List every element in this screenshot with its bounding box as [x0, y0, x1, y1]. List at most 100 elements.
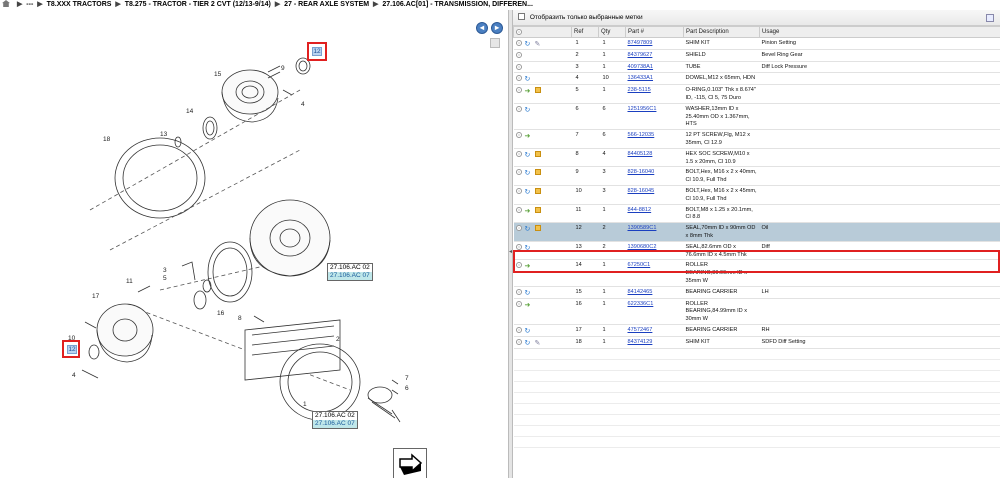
row-icons[interactable] [513, 61, 572, 74]
row-select-radio-icon[interactable] [515, 51, 522, 58]
part-number-link[interactable]: 84405128 [628, 151, 653, 157]
row-icons[interactable]: ↻ [513, 148, 572, 168]
cart-icon[interactable]: ➜ [525, 302, 532, 309]
row-select-radio-icon[interactable] [515, 105, 522, 112]
row-select-radio-icon[interactable] [515, 87, 522, 94]
tool-icon[interactable]: ✎ [535, 41, 542, 48]
zoom-arrow-button[interactable] [393, 448, 427, 478]
row-select-radio-icon[interactable] [515, 225, 522, 232]
row-select-radio-icon[interactable] [515, 288, 522, 295]
row-icons[interactable]: ↻ [513, 166, 572, 186]
row-icons[interactable]: ↻ [513, 72, 572, 86]
cell-part-number[interactable]: 84142465 [625, 286, 684, 299]
column-header-part[interactable]: Part # [625, 26, 684, 38]
panel-menu-icon[interactable] [986, 14, 994, 22]
table-row[interactable]: ↻ 4 10 136433A1 DOWEL,M12 x 65mm, HDN [513, 72, 1000, 86]
part-number-link[interactable]: 409738A1 [628, 64, 654, 70]
row-icons[interactable]: ↻ [513, 103, 572, 131]
row-select-radio-icon[interactable] [515, 75, 522, 82]
cart-icon[interactable]: ➜ [525, 133, 532, 140]
breadcrumb-item-series[interactable]: T8.XXX TRACTORS [47, 1, 112, 8]
cell-part-number[interactable]: 67250C1 [625, 259, 684, 287]
cell-part-number[interactable]: 87497809 [625, 37, 684, 50]
table-row[interactable]: ↻ 9 3 828-16040 BOLT,Hex, M16 x 2 x 40mm, Cl… [513, 166, 1000, 186]
diagram-ref-label-11[interactable]: 11 [126, 278, 133, 285]
table-row[interactable]: ↻ 10 3 828-16045 BOLT,Hex, M16 x 2 x 45mm, C… [513, 185, 1000, 205]
part-number-link[interactable]: 1390680C2 [628, 244, 657, 250]
row-icons[interactable]: ➜ [513, 204, 572, 224]
tool-icon[interactable]: ✎ [535, 340, 542, 347]
diagram-ref-label-5[interactable]: 5 [163, 275, 167, 282]
diagram-ref-label-17[interactable]: 17 [92, 293, 100, 300]
part-number-link[interactable]: 1251956C1 [628, 106, 657, 112]
table-row[interactable]: ➜ 7 6 566-12035 12 PT SCREW,Flg, M12 x 35mm,… [513, 129, 1000, 149]
row-icons[interactable]: ➜ [513, 129, 572, 149]
replace-icon[interactable]: ↻ [525, 245, 532, 252]
replace-icon[interactable]: ↻ [525, 152, 532, 159]
row-icons[interactable]: ➜ [513, 84, 572, 104]
part-number-link[interactable]: 84142465 [628, 289, 653, 295]
diagram-ref-label-3[interactable]: 3 [163, 267, 167, 274]
cell-part-number[interactable]: 84405128 [625, 148, 684, 168]
replace-icon[interactable]: ↻ [525, 290, 532, 297]
row-icons[interactable]: ↻ [513, 241, 572, 261]
cell-part-number[interactable]: 1390589C1 [625, 222, 684, 242]
row-select-radio-icon[interactable] [515, 150, 522, 157]
cell-part-number[interactable]: 1390680C2 [625, 241, 684, 261]
table-row[interactable]: ↻ ✎ 1 1 87497809 SHIM KIT Pinion Setting [513, 37, 1000, 50]
cell-part-number[interactable]: 566-12035 [625, 129, 684, 149]
part-number-link[interactable]: 828-16040 [628, 169, 655, 175]
diagram-ref-label-6[interactable]: 6 [405, 385, 409, 392]
row-icons[interactable]: ↻ ✎ [513, 37, 572, 50]
table-row[interactable]: 3 1 409738A1 TUBE Diff Lock Pressure [513, 61, 1000, 74]
part-number-link[interactable]: 566-12035 [628, 132, 655, 138]
row-select-radio-icon[interactable] [515, 300, 522, 307]
row-icons[interactable]: ↻ [513, 222, 572, 242]
diagram-ref-label-1[interactable]: 1 [303, 401, 307, 408]
column-header-qty[interactable]: Qty [598, 26, 626, 38]
diagram-ref-label-15[interactable]: 15 [214, 71, 222, 78]
row-select-radio-icon[interactable] [515, 40, 522, 46]
bearing-carrier-lh-part[interactable] [221, 69, 279, 123]
table-row[interactable]: ➜ 5 1 238-5115 O-RING,0.103" Thk x 8.674" ID… [513, 84, 1000, 104]
breadcrumb-item-system[interactable]: 27 - REAR AXLE SYSTEM [284, 1, 369, 8]
kit-box-icon[interactable] [534, 225, 541, 232]
diagram-ref-label-4[interactable]: 4 [72, 372, 76, 379]
diagram-ref-label-7[interactable]: 7 [405, 375, 409, 382]
table-row[interactable]: ↻ 17 1 47572467 BEARING CARRIER RH [513, 324, 1000, 337]
table-row[interactable]: ↻ 6 6 1251956C1 WASHER,13mm ID x 25.40mm OD … [513, 103, 1000, 131]
diagram-ref-label-2[interactable]: 2 [336, 336, 340, 343]
cell-part-number[interactable]: 238-5115 [625, 84, 684, 104]
cell-part-number[interactable]: 84374129 [625, 336, 684, 349]
diagram-ref-label-4[interactable]: 4 [301, 101, 305, 108]
part-number-link[interactable]: 84379627 [628, 52, 653, 58]
cell-part-number[interactable]: 84379627 [625, 49, 684, 62]
roller-bearing-16-part[interactable] [193, 290, 207, 310]
row-icons[interactable]: ↻ [513, 324, 572, 337]
cell-part-number[interactable]: 47572467 [625, 324, 684, 337]
part-number-link[interactable]: 1390589C1 [628, 225, 657, 231]
replace-icon[interactable]: ↻ [525, 189, 532, 196]
diagram-ref-label-13[interactable]: 13 [160, 131, 168, 138]
splitter-grip-icon[interactable]: ◂ [509, 248, 512, 256]
replace-icon[interactable]: ↻ [525, 41, 532, 48]
breadcrumb-item-model[interactable]: T8.275 - TRACTOR - TIER 2 CVT (12/13-9/1… [125, 1, 271, 8]
cell-part-number[interactable]: 409738A1 [625, 61, 684, 74]
table-row[interactable]: ↻ 13 2 1390680C2 SEAL,82.6mm OD x 76.6mm ID … [513, 241, 1000, 261]
column-header-icons[interactable] [513, 26, 572, 38]
o-ring-part[interactable] [181, 261, 196, 281]
row-select-radio-icon[interactable] [515, 63, 522, 70]
row-icons[interactable]: ↻ [513, 185, 572, 205]
table-row[interactable]: ➜ 16 1 622336C1 ROLLER BEARING,84.99mm ID x … [513, 298, 1000, 325]
row-select-radio-icon[interactable] [515, 262, 522, 269]
row-icons[interactable]: ➜ [513, 259, 572, 287]
table-row[interactable]: ↻ ✎ 18 1 84374129 SHIM KIT SDFD Diff Setting [513, 336, 1000, 349]
replace-icon[interactable]: ↻ [525, 226, 532, 233]
diagram-ref-label-16[interactable]: 16 [217, 310, 225, 317]
differential-housing-part[interactable] [249, 199, 331, 277]
row-select-radio-icon[interactable] [515, 187, 522, 194]
cell-part-number[interactable]: 844-8812 [625, 204, 684, 224]
row-select-radio-icon[interactable] [515, 243, 522, 250]
row-icons[interactable]: ↻ [513, 286, 572, 299]
callout-left[interactable]: 12 [67, 345, 77, 354]
